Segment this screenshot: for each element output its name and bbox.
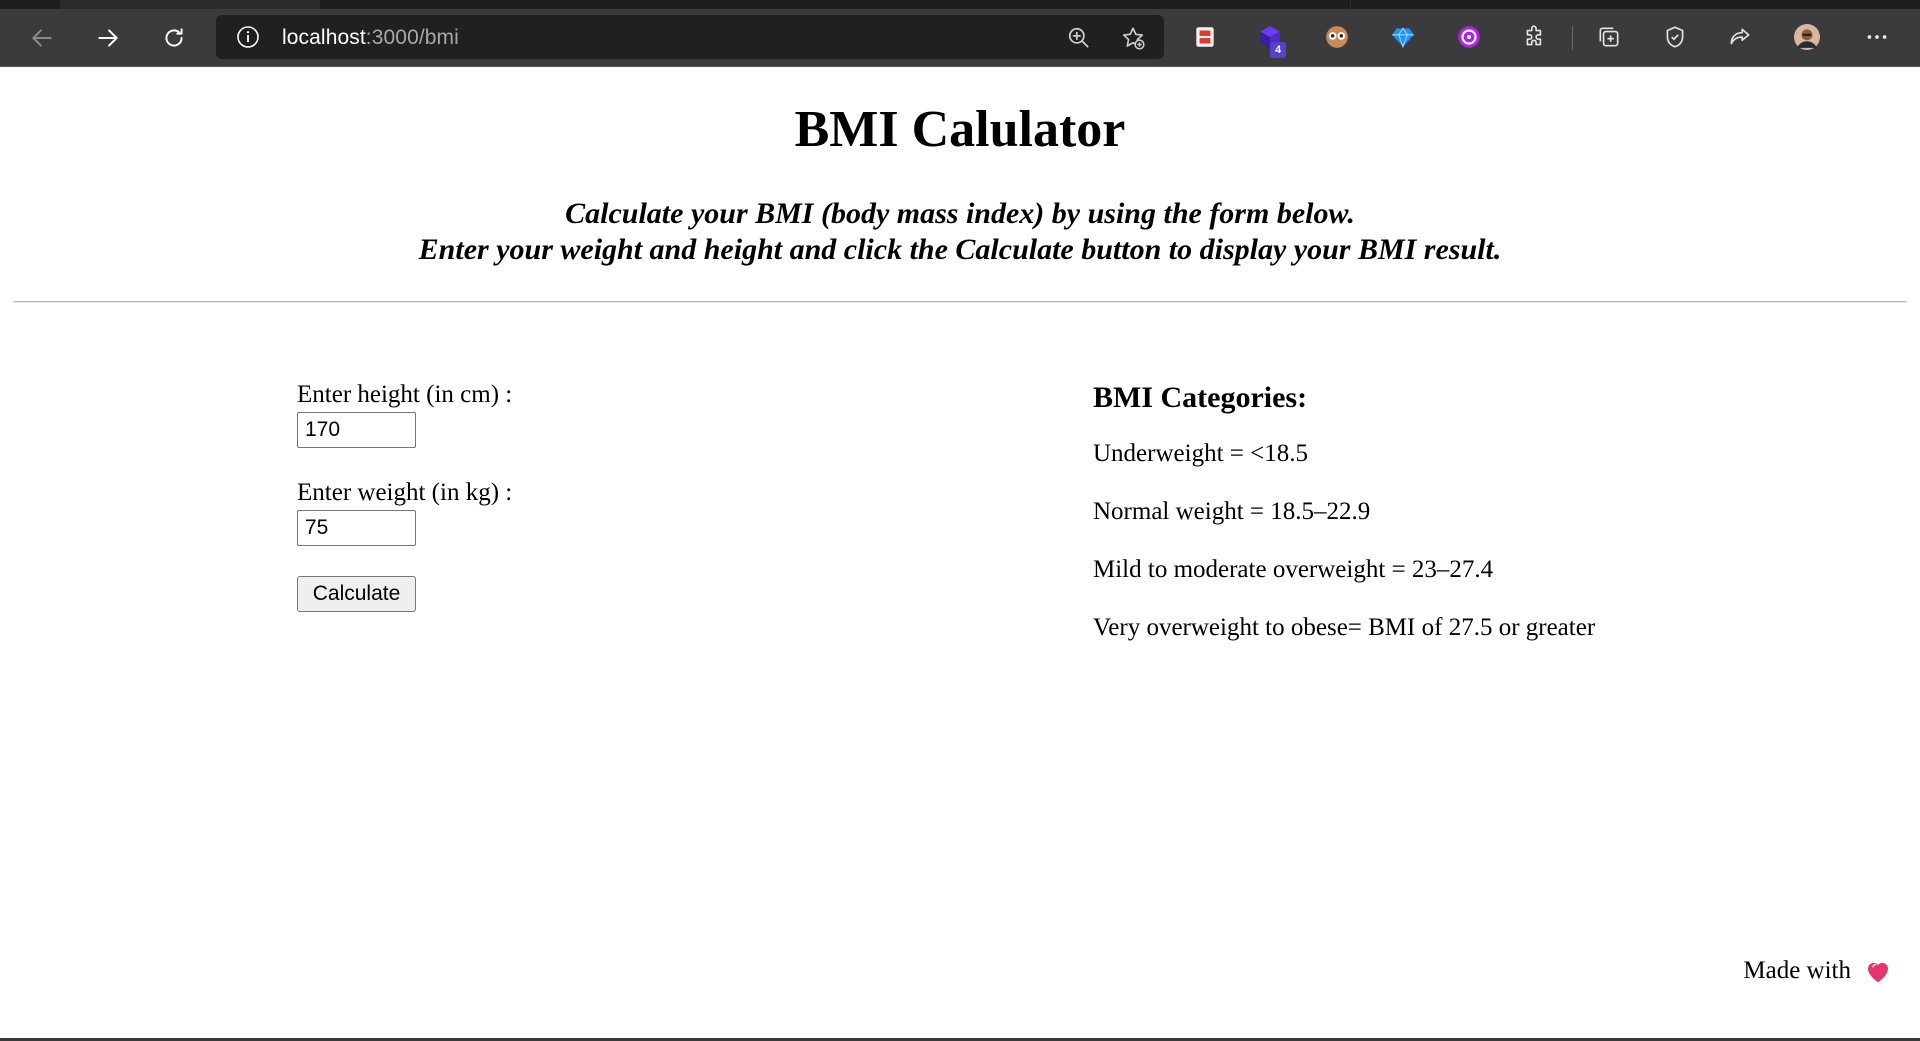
page-title: BMI Calulator xyxy=(794,101,1126,158)
category-item: Underweight = <18.5 xyxy=(1093,440,1308,467)
extension-badge: 4 xyxy=(1270,42,1286,58)
url-text[interactable]: localhost:3000/bmi xyxy=(282,26,459,50)
refresh-button[interactable] xyxy=(156,20,192,56)
subtitle-line-1: Calculate your BMI (body mass index) by … xyxy=(565,197,1355,230)
zoom-icon[interactable] xyxy=(1066,25,1092,51)
address-bar[interactable]: localhost:3000/bmi xyxy=(216,15,1164,59)
categories-heading: BMI Categories: xyxy=(1093,381,1308,414)
arrow-right-icon xyxy=(98,29,118,47)
share-icon[interactable] xyxy=(1725,22,1755,52)
bmi-categories: BMI Categories: Underweight = <18.5 Norm… xyxy=(1093,380,1793,643)
tab-strip xyxy=(0,0,1920,9)
arrow-left-icon xyxy=(32,29,52,47)
category-item: Mild to moderate overweight = 23–27.4 xyxy=(1093,556,1494,583)
subtitle-line-2: Enter your weight and height and click t… xyxy=(418,233,1502,266)
extension-magenta-icon[interactable] xyxy=(1454,22,1484,52)
back-button[interactable] xyxy=(24,20,60,56)
calculate-button[interactable]: Calculate xyxy=(297,576,416,612)
info-icon[interactable] xyxy=(236,25,260,49)
weight-label: Enter weight (in kg) : xyxy=(297,479,513,506)
footer: Made with xyxy=(1743,956,1893,986)
heart-icon xyxy=(1868,962,1888,983)
footer-text: Made with xyxy=(1743,957,1851,984)
collections-icon[interactable] xyxy=(1594,22,1624,52)
category-item: Very overweight to obese= BMI of 27.5 or… xyxy=(1093,614,1596,641)
url-path: :3000/bmi xyxy=(365,26,459,49)
extension-red-icon[interactable] xyxy=(1190,22,1220,52)
more-menu-icon[interactable] xyxy=(1862,22,1892,52)
toolbar-separator xyxy=(1572,26,1573,50)
forward-button[interactable] xyxy=(90,20,126,56)
extension-owl-icon[interactable] xyxy=(1322,22,1352,52)
performance-icon[interactable] xyxy=(1660,22,1690,52)
refresh-icon xyxy=(165,28,183,47)
extension-gem-icon[interactable] xyxy=(1388,22,1418,52)
add-favorite-icon[interactable] xyxy=(1120,25,1146,51)
browser-toolbar: localhost:3000/bmi 4 xyxy=(0,0,1920,67)
page-subtitle: Calculate your BMI (body mass index) by … xyxy=(0,196,1920,268)
url-host: localhost xyxy=(282,26,366,49)
category-item: Normal weight = 18.5–22.9 xyxy=(1093,498,1371,525)
height-input[interactable] xyxy=(297,412,416,448)
weight-input[interactable] xyxy=(297,510,416,546)
height-label: Enter height (in cm) : xyxy=(297,381,513,408)
horizontal-divider xyxy=(13,301,1907,303)
bmi-form: Enter height (in cm) : Enter weight (in … xyxy=(297,380,697,612)
profile-avatar[interactable] xyxy=(1792,22,1822,52)
extensions-puzzle-icon[interactable] xyxy=(1520,22,1550,52)
